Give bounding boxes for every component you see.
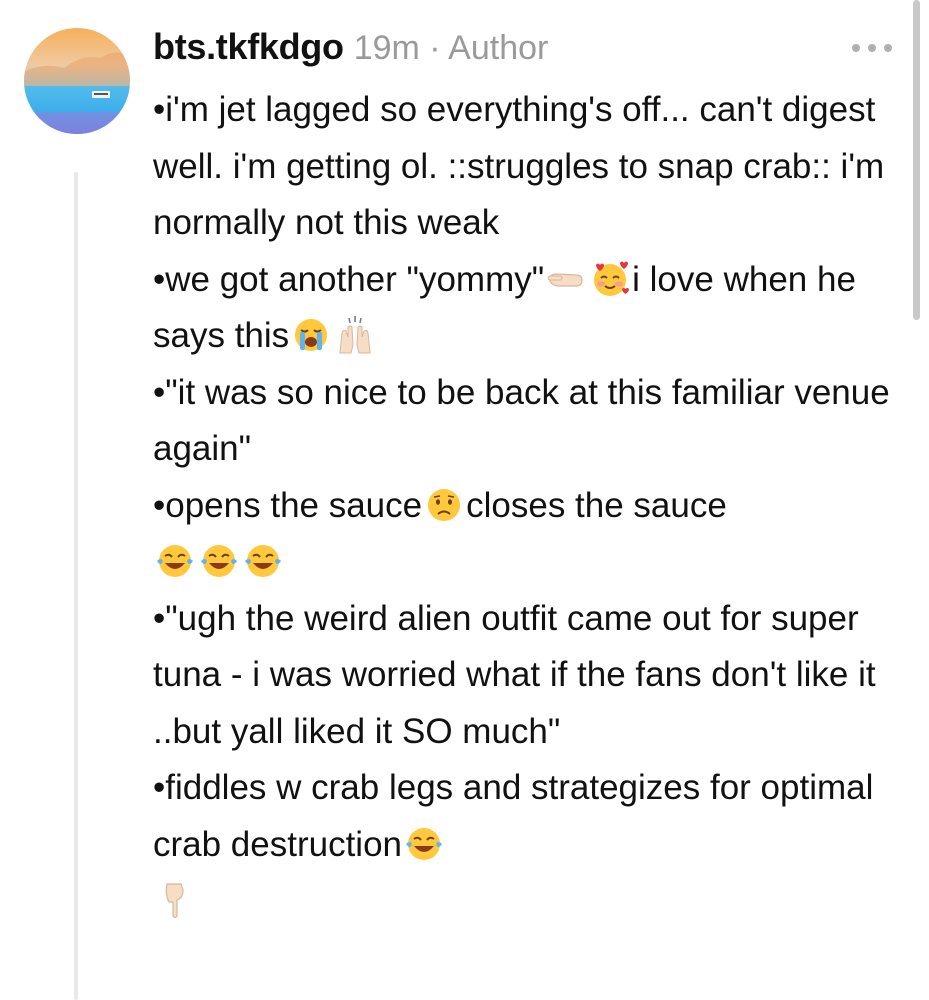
loudly-crying-face-icon: [291, 315, 331, 355]
post-text: •opens the sauce: [153, 485, 423, 525]
username[interactable]: bts.tkfkdgo: [153, 26, 344, 68]
post-paragraph: •"ugh the weird alien outfit came out fo…: [153, 598, 876, 751]
post-paragraph: •fiddles w crab legs and strategizes for…: [153, 760, 908, 873]
post-paragraph: •i'm jet lagged so everything's off... c…: [153, 90, 885, 242]
tears-of-joy-icon: [404, 824, 444, 864]
avatar[interactable]: [24, 28, 130, 134]
pointing-down-icon: [155, 880, 195, 920]
tears-of-joy-icon: [155, 541, 195, 581]
post-paragraph: •opens the sauce closes the sauce: [153, 478, 908, 591]
scrollbar[interactable]: [913, 0, 920, 320]
smiling-hearts-icon: [590, 259, 630, 299]
ellipsis-icon[interactable]: [852, 36, 892, 60]
post-paragraph: •we got another "yommy" i love when he s…: [153, 252, 908, 365]
tears-of-joy-icon: [199, 541, 239, 581]
post-paragraph: [153, 873, 908, 930]
worried-face-icon: [424, 485, 464, 525]
post-meta: 19m · Author: [353, 29, 549, 67]
thread-line: [74, 172, 78, 1000]
post-text: •we got another "yommy": [153, 259, 545, 299]
post-text: closes the sauce: [466, 485, 727, 525]
raising-hands-icon: [335, 315, 375, 355]
post-paragraph: •"it was so nice to be back at this fami…: [153, 372, 890, 469]
post-header: bts.tkfkdgo 19m · Author: [153, 26, 548, 76]
post-text: •fiddles w crab legs and strategizes for…: [153, 768, 874, 864]
pointing-left-icon: [546, 259, 586, 299]
tears-of-joy-icon: [243, 541, 283, 581]
post-body: •i'm jet lagged so everything's off... c…: [153, 82, 908, 930]
